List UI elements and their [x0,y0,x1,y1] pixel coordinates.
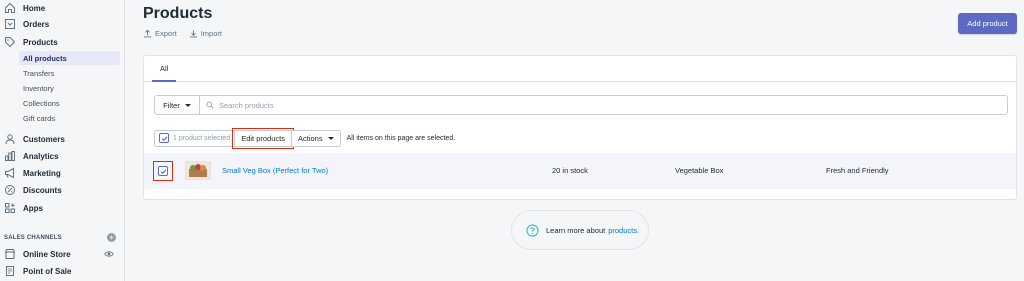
nav-apps[interactable]: Apps [0,200,124,216]
bulk-checkbox[interactable] [159,133,169,143]
row-checkbox[interactable] [158,166,168,176]
eye-icon[interactable] [104,249,114,261]
all-selected-text: All items on this page are selected. [346,134,456,142]
export-label: Export [155,29,177,38]
import-button[interactable]: Import [189,29,222,38]
tag-icon [4,36,16,48]
nav-home[interactable]: Home [0,0,124,16]
learn-more-link[interactable]: products. [608,226,639,235]
store-icon [4,248,16,260]
sales-channels-header: SALES CHANNELS + [4,233,116,242]
nav-home-label: Home [23,3,46,13]
subnav-collections[interactable]: Collections [19,96,120,110]
nav-products-label: Products [23,37,58,47]
actions-button[interactable]: Actions [291,129,341,147]
search-icon [206,101,214,109]
product-vendor: Fresh and Friendly [826,166,889,175]
discount-icon [4,184,16,196]
nav-marketing-label: Marketing [23,168,61,178]
product-name-link[interactable]: Small Veg Box (Perfect for Two) [222,166,328,175]
nav-online-store-label: Online Store [23,249,71,259]
subnav-gift-cards[interactable]: Gift cards [19,111,120,125]
checkmark-icon [161,135,167,141]
apps-icon [4,202,16,214]
search-box [200,95,1008,115]
bulk-select[interactable]: 1 product selected [154,129,235,147]
export-icon [143,29,152,38]
help-icon [526,223,539,237]
bar-chart-icon [4,150,16,162]
nav-point-of-sale-label: Point of Sale [23,266,72,276]
edit-products-button[interactable]: Edit products [232,127,294,149]
nav-point-of-sale[interactable]: Point of Sale [0,263,124,279]
row-select-highlight [153,161,173,181]
nav-customers[interactable]: Customers [0,131,124,147]
nav-analytics-label: Analytics [23,151,59,161]
caret-down-icon [184,103,191,107]
actions-label: Actions [297,133,323,143]
sales-channels-heading: SALES CHANNELS [4,234,62,241]
megaphone-icon [4,167,16,179]
nav-online-store[interactable]: Online Store [0,246,124,262]
learn-more-text: Learn more about [546,225,606,235]
person-icon [4,133,16,145]
filter-button[interactable]: Filter [154,95,200,115]
export-button[interactable]: Export [143,29,177,38]
subnav-inventory[interactable]: Inventory [19,81,120,95]
pos-icon [4,265,16,277]
nav-discounts-label: Discounts [23,185,62,195]
product-type: Vegetable Box [675,166,724,175]
nav-orders[interactable]: Orders [0,16,124,32]
orders-icon [4,18,16,30]
sidebar: Home Orders Products All products Transf… [0,0,125,281]
search-input[interactable] [219,100,819,110]
import-label: Import [200,29,222,38]
home-icon [4,2,16,14]
bulk-actions-row: 1 product selected Edit products Actions… [154,127,456,149]
tabs-bar: All [144,56,1016,82]
learn-more-callout: Learn more about products. [511,210,649,250]
add-product-button[interactable]: Add product [958,13,1017,34]
selected-count-text: 1 product selected [173,134,231,142]
tab-all[interactable]: All [152,56,177,82]
page-title: Products [143,5,213,22]
header-actions: Export Import [143,29,222,38]
nav-products[interactable]: Products [0,34,124,50]
nav-orders-label: Orders [23,19,50,29]
nav-discounts[interactable]: Discounts [0,182,124,198]
products-card: All Filter 1 product selected Edit produ… [143,55,1017,200]
nav-marketing[interactable]: Marketing [0,165,124,181]
product-thumbnail [185,161,211,180]
checkmark-icon [160,168,166,174]
filter-label: Filter [163,100,180,110]
nav-customers-label: Customers [23,134,65,144]
import-icon [189,30,197,38]
add-channel-icon[interactable]: + [107,233,116,242]
subnav-all-products[interactable]: All products [19,51,120,65]
nav-analytics[interactable]: Analytics [0,148,124,164]
product-inventory: 20 in stock [552,166,588,175]
veg-box-image [186,162,210,179]
nav-apps-label: Apps [23,203,43,213]
filter-row: Filter [154,95,1008,115]
subnav-transfers[interactable]: Transfers [19,66,120,80]
table-row[interactable]: Small Veg Box (Perfect for Two) 20 in st… [144,153,1016,189]
caret-down-icon [327,136,334,140]
